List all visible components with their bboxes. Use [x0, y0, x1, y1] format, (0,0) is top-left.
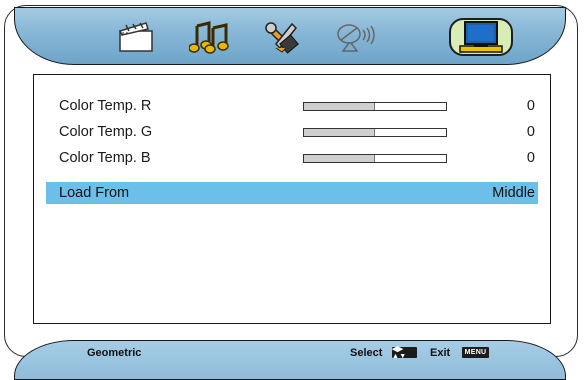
- menu-item-value: Middle: [492, 185, 535, 201]
- menu-item-label: Color Temp. R: [59, 98, 152, 114]
- tab-picture[interactable]: [108, 18, 164, 56]
- menu-item-label: Load From: [59, 185, 130, 201]
- select-hint-label: Select: [350, 347, 383, 359]
- slider-fill: [304, 154, 375, 162]
- tab-bar: [14, 7, 566, 65]
- tab-geometric[interactable]: [449, 18, 513, 56]
- tools-icon: [265, 22, 299, 54]
- menu-item-label: Color Temp. G: [59, 124, 153, 140]
- tab-signal[interactable]: [329, 18, 385, 56]
- menu-item-color-temp-r[interactable]: Color Temp. R 0: [34, 95, 549, 117]
- menu-item-label: Color Temp. B: [59, 150, 151, 166]
- color-temp-g-slider[interactable]: [303, 127, 447, 137]
- menu-item-value: 0: [526, 124, 535, 140]
- menu-key-icon: MENU: [462, 347, 489, 358]
- nav-arrows-key-icon: ◀▶ ▲▼: [392, 346, 417, 360]
- clapperboard-icon: [118, 22, 153, 52]
- tab-audio[interactable]: [182, 18, 238, 56]
- color-temp-b-slider[interactable]: [303, 153, 447, 163]
- footer-bar: Geometric Select ◀▶ ▲▼ Exit MENU: [14, 340, 566, 380]
- exit-hint-label: Exit: [430, 347, 451, 359]
- satellite-dish-icon: [337, 24, 375, 52]
- menu-item-load-from[interactable]: Load From Middle: [46, 182, 538, 204]
- menu-item-value: 0: [526, 150, 535, 166]
- menu-item-color-temp-g[interactable]: Color Temp. G 0: [34, 121, 549, 143]
- tab-setup[interactable]: [255, 18, 311, 56]
- monitor-icon: [459, 21, 503, 53]
- menu-panel: Color Temp. R 0 Color Temp. G 0 Color Te…: [33, 74, 551, 324]
- color-temp-r-slider[interactable]: [303, 101, 447, 111]
- slider-fill: [304, 128, 375, 136]
- menu-item-value: 0: [526, 98, 535, 114]
- section-name: Geometric: [87, 347, 142, 359]
- slider-fill: [304, 102, 375, 110]
- menu-item-color-temp-b[interactable]: Color Temp. B 0: [34, 147, 549, 169]
- music-notes-icon: [189, 21, 229, 54]
